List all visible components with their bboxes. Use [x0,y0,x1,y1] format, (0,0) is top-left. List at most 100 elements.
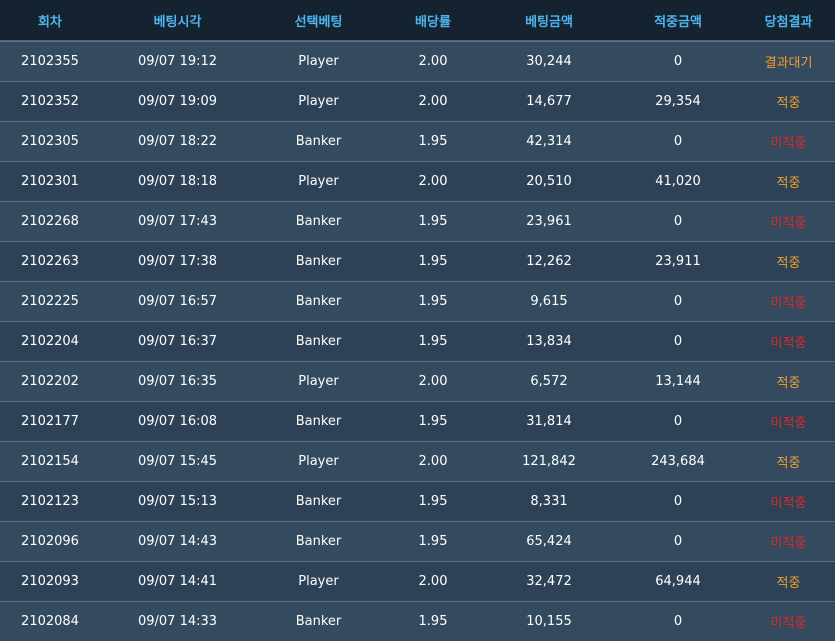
cell-bet-time: 09/07 16:35 [137,374,218,389]
cell-bet-time: 09/07 16:08 [137,414,218,429]
cell-bet-time: 09/07 16:37 [137,334,218,349]
cell-round: 2102096 [21,534,79,549]
cell-round: 2102177 [21,414,79,429]
cell-odds: 2.00 [418,94,448,109]
table-row: 2102204 09/07 16:37 Banker 1.95 13,834 0 미적중 [0,321,835,361]
cell-bet-amount: 6,572 [530,374,568,389]
cell-odds: 1.95 [418,494,448,509]
cell-bet-time: 09/07 14:43 [137,534,218,549]
cell-bet-amount: 31,814 [526,414,572,429]
cell-bet-time: 09/07 15:45 [137,454,218,469]
cell-odds: 2.00 [418,54,448,69]
cell-selected-bet: Player [298,54,339,69]
header-bet-time: 베팅시각 [153,14,202,30]
cell-bet-time: 09/07 19:09 [137,94,218,109]
cell-odds: 1.95 [418,294,448,309]
cell-win-amount: 0 [673,614,683,629]
cell-win-amount: 0 [673,134,683,149]
cell-bet-amount: 23,961 [526,214,572,229]
cell-result: 미적중 [770,496,807,511]
cell-bet-time: 09/07 17:38 [137,254,218,269]
cell-round: 2102263 [21,254,79,269]
cell-selected-bet: Player [298,454,339,469]
cell-selected-bet: Banker [295,214,342,229]
cell-bet-time: 09/07 18:22 [137,134,218,149]
cell-bet-time: 09/07 17:43 [137,214,218,229]
cell-selected-bet: Player [298,94,339,109]
cell-result: 적중 [776,376,801,391]
cell-bet-amount: 13,834 [526,334,572,349]
cell-win-amount: 0 [673,334,683,349]
cell-win-amount: 0 [673,294,683,309]
cell-result: 적중 [776,256,801,271]
header-round: 회차 [38,14,62,30]
table-row: 2102123 09/07 15:13 Banker 1.95 8,331 0 미적중 [0,481,835,521]
cell-result: 미적중 [770,136,807,151]
cell-bet-amount: 8,331 [530,494,568,509]
table-row: 2102301 09/07 18:18 Player 2.00 20,510 41,020… [0,161,835,201]
cell-odds: 2.00 [418,374,448,389]
cell-round: 2102204 [21,334,79,349]
cell-result: 미적중 [770,296,807,311]
header-selected-bet: 선택베팅 [294,14,343,30]
cell-selected-bet: Banker [295,494,342,509]
cell-selected-bet: Banker [295,254,342,269]
cell-selected-bet: Player [298,574,339,589]
cell-odds: 1.95 [418,334,448,349]
table-row: 2102084 09/07 14:33 Banker 1.95 10,155 0 미적중 [0,601,835,641]
cell-round: 2102093 [21,574,79,589]
cell-bet-time: 09/07 14:33 [137,614,218,629]
cell-selected-bet: Banker [295,414,342,429]
cell-bet-time: 09/07 15:13 [137,494,218,509]
cell-odds: 1.95 [418,414,448,429]
table-row: 2102225 09/07 16:57 Banker 1.95 9,615 0 미적중 [0,281,835,321]
cell-result: 미적중 [770,416,807,431]
cell-win-amount: 0 [673,214,683,229]
cell-bet-amount: 65,424 [526,534,572,549]
header-win-amount: 적중금액 [654,14,702,30]
cell-bet-time: 09/07 14:41 [137,574,218,589]
cell-selected-bet: Banker [295,294,342,309]
table-row: 2102096 09/07 14:43 Banker 1.95 65,424 0 미적중 [0,521,835,561]
table-row: 2102177 09/07 16:08 Banker 1.95 31,814 0 미적중 [0,401,835,441]
cell-odds: 1.95 [418,534,448,549]
cell-bet-time: 09/07 18:18 [137,174,218,189]
cell-win-amount: 243,684 [651,454,705,469]
table-row: 2102202 09/07 16:35 Player 2.00 6,572 13,144 적… [0,361,835,401]
cell-result: 적중 [776,96,801,111]
cell-bet-amount: 30,244 [526,54,572,69]
table-header: 회차 베팅시각 선택베팅 배당률 베팅금액 적중금액 당첨결과 [0,0,835,41]
header-bet-amount: 베팅금액 [525,14,573,30]
cell-round: 2102154 [21,454,79,469]
cell-selected-bet: Banker [295,614,342,629]
table-row: 2102355 09/07 19:12 Player 2.00 30,244 0 결과대기 [0,41,835,81]
cell-round: 2102202 [21,374,79,389]
table-body: 2102355 09/07 19:12 Player 2.00 30,244 0 결과대기 2… [0,41,835,641]
cell-bet-amount: 42,314 [526,134,572,149]
cell-round: 2102305 [21,134,79,149]
table-row: 2102154 09/07 15:45 Player 2.00 121,842 243,6… [0,441,835,481]
cell-selected-bet: Banker [295,134,342,149]
cell-result: 적중 [776,576,801,591]
cell-bet-amount: 14,677 [526,94,572,109]
cell-odds: 1.95 [418,254,448,269]
cell-win-amount: 29,354 [655,94,701,109]
cell-round: 2102084 [21,614,79,629]
cell-win-amount: 23,911 [655,254,701,269]
cell-result: 미적중 [770,216,807,231]
cell-round: 2102352 [21,94,79,109]
cell-win-amount: 41,020 [655,174,701,189]
cell-odds: 2.00 [418,454,448,469]
table-row: 2102352 09/07 19:09 Player 2.00 14,677 29,354… [0,81,835,121]
cell-selected-bet: Player [298,174,339,189]
table-row: 2102263 09/07 17:38 Banker 1.95 12,262 23,911… [0,241,835,281]
cell-round: 2102355 [21,54,79,69]
cell-round: 2102301 [21,174,79,189]
header-odds: 배당률 [415,14,451,30]
cell-bet-amount: 10,155 [526,614,572,629]
cell-win-amount: 64,944 [655,574,701,589]
cell-bet-amount: 9,615 [530,294,568,309]
cell-bet-amount: 32,472 [526,574,572,589]
table-row: 2102268 09/07 17:43 Banker 1.95 23,961 0 미적중 [0,201,835,241]
cell-selected-bet: Banker [295,334,342,349]
